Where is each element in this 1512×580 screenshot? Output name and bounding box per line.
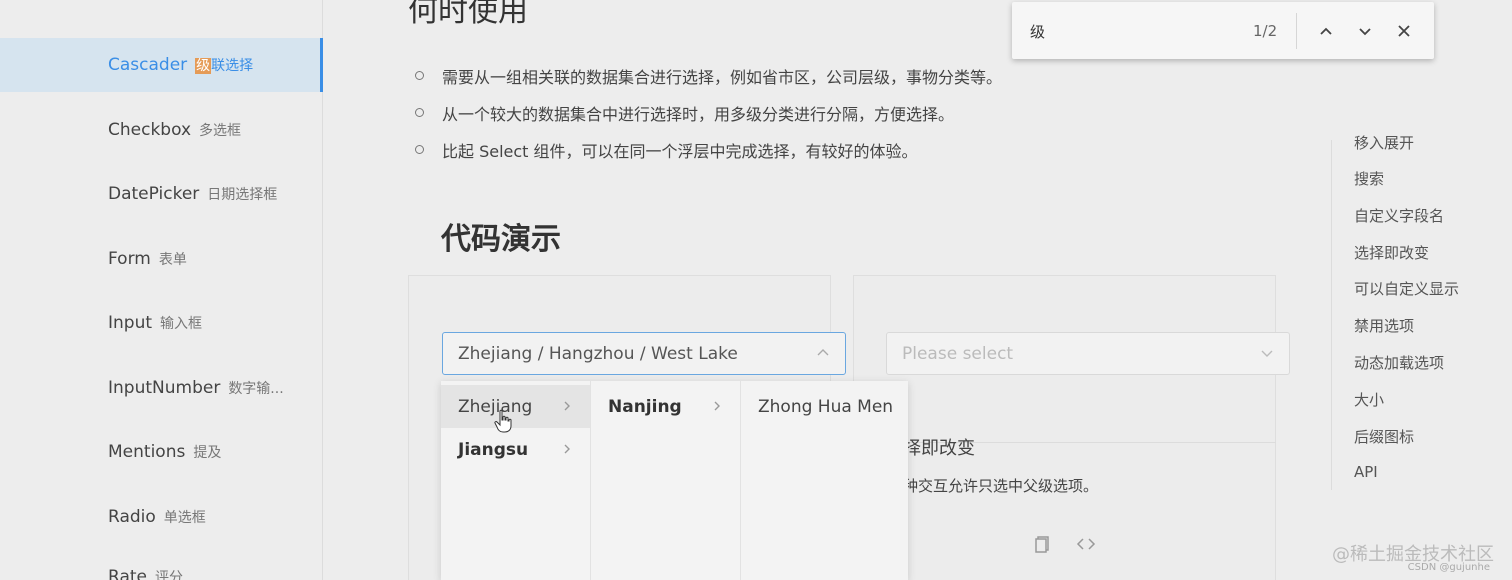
sidebar-nav: Cascader 级联选择 Checkbox 多选框 DatePicker 日期…	[0, 0, 323, 580]
anchor-link[interactable]: 选择即改变	[1354, 242, 1429, 263]
anchor-link[interactable]: API	[1354, 463, 1378, 481]
anchor-link[interactable]: 大小	[1354, 389, 1384, 410]
chevron-down-icon	[1261, 350, 1273, 357]
cascader-option-jiangsu[interactable]: Jiangsu	[441, 428, 590, 471]
cascader-column-city: Nanjing	[591, 381, 741, 580]
sidebar-item-inputnumber[interactable]: InputNumber 数字输...	[0, 361, 323, 415]
sidebar-item-input[interactable]: Input 输入框	[0, 296, 323, 350]
anchor-link[interactable]: 自定义字段名	[1354, 205, 1444, 226]
demo-card-right	[853, 275, 1276, 580]
usage-list: 需要从一组相关联的数据集合进行选择，例如省市区，公司层级，事物分类等。 从一个较…	[415, 57, 1002, 168]
sidebar-item-mentions[interactable]: Mentions 提及	[0, 425, 323, 479]
find-divider	[1296, 13, 1297, 49]
sidebar-item-sublabel: 输入框	[160, 316, 203, 332]
copy-icon[interactable]	[1033, 534, 1053, 554]
sidebar-item-sublabel: 级联选择	[195, 58, 254, 74]
list-item: 比起 Select 组件，可以在同一个浮层中完成选择，有较好的体验。	[415, 131, 1002, 168]
anchor-link[interactable]: 可以自定义显示	[1354, 278, 1459, 299]
chevron-up-icon	[817, 349, 829, 356]
anchor-link[interactable]: 禁用选项	[1354, 315, 1414, 336]
find-match-count: 1/2	[1253, 22, 1278, 40]
anchor-link[interactable]: 搜索	[1354, 168, 1384, 189]
sidebar-item-sublabel: 表单	[158, 252, 187, 268]
find-highlight: 级	[195, 58, 212, 74]
sidebar-item-cascader[interactable]: Cascader 级联选择	[0, 38, 323, 92]
bullet-icon	[415, 145, 424, 154]
anchor-link[interactable]: 后缀图标	[1354, 426, 1414, 447]
find-previous-button[interactable]	[1315, 20, 1337, 42]
anchor-nav: 移入展开 搜索 自定义字段名 选择即改变 可以自定义显示 禁用选项 动态加载选项…	[1331, 134, 1512, 490]
find-next-button[interactable]	[1354, 20, 1376, 42]
cascader-option-zhonghuamen[interactable]: Zhong Hua Men	[741, 385, 908, 428]
watermark-sub: CSDN @gujunhe	[1407, 562, 1490, 573]
sidebar-item-radio[interactable]: Radio 单选框	[0, 490, 323, 544]
cascader-select-empty[interactable]: Please select	[886, 332, 1290, 375]
sidebar-item-label: Mentions	[108, 442, 186, 462]
sidebar-item-checkbox[interactable]: Checkbox 多选框	[0, 103, 323, 157]
find-close-button[interactable]	[1393, 20, 1415, 42]
find-input[interactable]	[1030, 16, 1230, 46]
section-title-when: 何时使用	[408, 0, 528, 29]
sidebar-item-sublabel: 单选框	[163, 510, 206, 526]
hand-cursor-icon	[494, 409, 512, 433]
sidebar-item-label: InputNumber	[108, 378, 221, 398]
find-bar: 1/2	[1012, 2, 1434, 59]
cascader-option-zhejiang[interactable]: Zhejiang	[441, 385, 590, 428]
sidebar-item-label: Cascader	[108, 55, 188, 75]
sidebar-item-form[interactable]: Form 表单	[0, 232, 323, 286]
list-item: 从一个较大的数据集合中进行选择时，用多级分类进行分隔，方便选择。	[415, 94, 1002, 131]
cascader-option-nanjing[interactable]: Nanjing	[591, 385, 740, 428]
sidebar-item-label: Rate	[108, 567, 147, 580]
list-item: 需要从一组相关联的数据集合进行选择，例如省市区，公司层级，事物分类等。	[415, 57, 1002, 94]
sidebar-item-datepicker[interactable]: DatePicker 日期选择框	[0, 167, 323, 221]
bullet-icon	[415, 71, 424, 80]
sidebar-item-rate[interactable]: Rate 评分	[0, 550, 323, 580]
chevron-right-icon	[714, 401, 720, 411]
sidebar-item-sublabel: 多选框	[199, 123, 242, 139]
code-icon[interactable]	[1076, 534, 1096, 554]
sidebar-item-sublabel: 评分	[154, 570, 183, 580]
sidebar-item-label: Input	[108, 313, 153, 333]
bullet-icon	[415, 108, 424, 117]
section-title-demo: 代码演示	[441, 222, 561, 257]
demo-description: 种交互允许只选中父级选项。	[903, 477, 1099, 495]
sidebar-item-label: Radio	[108, 507, 156, 527]
anchor-link[interactable]: 移入展开	[1354, 132, 1414, 153]
sidebar-item-sublabel: 数字输...	[228, 381, 284, 397]
cascader-column-province: Zhejiang Jiangsu	[441, 381, 591, 580]
cascader-column-district: Zhong Hua Men	[741, 381, 908, 580]
sidebar-item-sublabel: 日期选择框	[207, 187, 278, 203]
sidebar-item-sublabel: 提及	[193, 445, 222, 461]
cascader-input[interactable]: Zhejiang / Hangzhou / West Lake	[442, 332, 846, 375]
chevron-right-icon	[564, 444, 570, 454]
sidebar-item-cut-top[interactable]	[0, 0, 323, 32]
sidebar-item-label: DatePicker	[108, 184, 200, 204]
sidebar-item-label: Checkbox	[108, 120, 192, 140]
chevron-right-icon	[564, 401, 570, 411]
demo-subtitle: 择即改变	[903, 438, 975, 459]
anchor-link[interactable]: 动态加载选项	[1354, 352, 1444, 373]
sidebar-item-label: Form	[108, 249, 151, 269]
